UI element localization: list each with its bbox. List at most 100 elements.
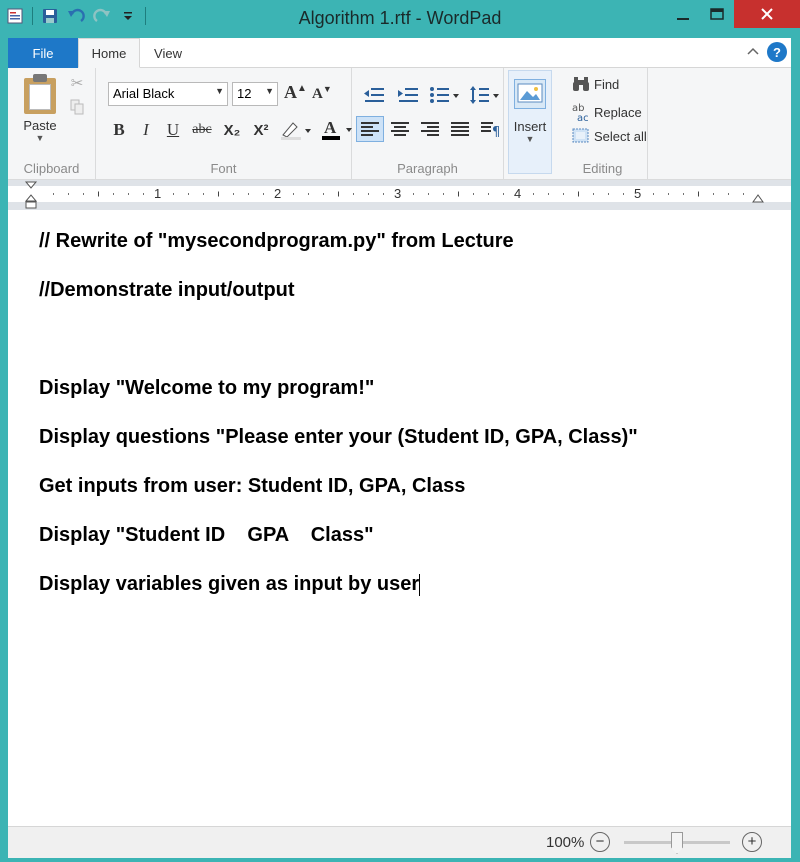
paragraph-icon: ¶ xyxy=(481,122,500,137)
text-color-icon: A xyxy=(322,118,352,140)
ruler-tick xyxy=(428,193,429,195)
highlight-color-button[interactable] xyxy=(278,118,314,142)
font-group: Arial Black ▼ 12 ▼ A▲ A▼ B I U abc X₂ X² xyxy=(96,68,352,180)
title-bar: Algorithm 1.rtf - WordPad xyxy=(0,0,800,38)
replace-label: Replace xyxy=(594,104,642,120)
font-family-select[interactable]: Arial Black ▼ xyxy=(108,82,228,106)
ruler-tick xyxy=(353,193,354,195)
strikethrough-button[interactable]: abc xyxy=(189,118,215,142)
shrink-font-button[interactable]: A▼ xyxy=(312,84,332,103)
svg-text:A: A xyxy=(324,118,337,137)
document-line-last: Display variables given as input by user xyxy=(39,573,421,596)
ruler-tick xyxy=(53,193,54,195)
ruler-tick xyxy=(203,193,204,195)
document-area[interactable]: // Rewrite of "mysecondprogram.py" from … xyxy=(8,210,791,826)
svg-text:¶: ¶ xyxy=(492,125,500,137)
zoom-level: 100% xyxy=(546,834,585,851)
ruler-number: 5 xyxy=(634,186,642,201)
ruler-tick xyxy=(743,193,744,195)
ruler-tick xyxy=(623,193,624,195)
paragraph-row-2: ¶ xyxy=(356,116,504,142)
ruler-tick xyxy=(653,193,654,195)
insert-label: Insert xyxy=(513,119,547,134)
document-line: Display questions "Please enter your (St… xyxy=(39,426,638,448)
find-button[interactable]: Find xyxy=(572,76,619,92)
document-line: // Rewrite of "mysecondprogram.py" from … xyxy=(39,230,514,252)
bold-button[interactable]: B xyxy=(108,118,130,142)
ruler-tick xyxy=(548,193,549,195)
decrease-indent-button[interactable] xyxy=(360,82,388,108)
svg-text:ac: ac xyxy=(577,113,589,122)
close-button[interactable] xyxy=(734,0,800,28)
grow-font-button[interactable]: A▲ xyxy=(284,82,307,103)
ruler-tick xyxy=(308,193,309,195)
increase-indent-icon xyxy=(398,88,418,102)
align-center-button[interactable] xyxy=(386,116,414,142)
paragraph-group-label: Paragraph xyxy=(397,161,458,176)
help-button[interactable]: ? xyxy=(767,42,787,62)
align-center-icon xyxy=(391,122,409,136)
insert-group: Insert ▼ xyxy=(504,68,556,180)
ruler-tick xyxy=(578,191,579,197)
ribbon-tabs: File Home View ? xyxy=(8,38,791,68)
paragraph-settings-button[interactable]: ¶ xyxy=(476,116,504,142)
paragraph-row-1 xyxy=(360,82,502,108)
wordpad-window: Algorithm 1.rtf - WordPad File Home View… xyxy=(0,0,800,862)
align-left-button[interactable] xyxy=(356,116,384,142)
superscript-button[interactable]: X² xyxy=(249,118,273,142)
indent-marker-icon[interactable] xyxy=(24,181,38,211)
ruler-tick xyxy=(488,193,489,195)
zoom-out-button[interactable]: − xyxy=(590,832,610,852)
select-all-icon xyxy=(572,128,589,143)
subscript-button[interactable]: X₂ xyxy=(220,118,244,142)
ruler-tick xyxy=(503,193,504,195)
ruler[interactable]: 1 2 3 4 5 xyxy=(8,186,791,202)
ruler-tick xyxy=(413,193,414,195)
ruler-tick xyxy=(128,193,129,195)
chevron-down-icon: ▼ xyxy=(265,86,274,96)
replace-button[interactable]: ab ac Replace xyxy=(572,102,642,122)
ruler-tick xyxy=(188,193,189,195)
ruler-tick xyxy=(698,191,699,197)
chevron-down-icon: ▼ xyxy=(215,86,224,96)
bullets-button[interactable] xyxy=(428,82,462,108)
zoom-in-button[interactable]: + xyxy=(742,832,762,852)
minimize-button[interactable] xyxy=(666,0,700,28)
ruler-tick xyxy=(383,193,384,195)
tab-view[interactable]: View xyxy=(144,38,192,68)
font-family-value: Arial Black xyxy=(113,86,175,101)
ruler-tick xyxy=(248,193,249,195)
increase-indent-button[interactable] xyxy=(394,82,422,108)
font-group-label: Font xyxy=(210,161,237,176)
italic-button[interactable]: I xyxy=(135,118,157,142)
select-all-button[interactable]: Select all xyxy=(572,128,647,144)
underline-button[interactable]: U xyxy=(162,118,184,142)
text-caret xyxy=(419,573,421,596)
cut-icon[interactable]: ✂ xyxy=(68,74,86,92)
ruler-tick xyxy=(233,193,234,195)
ruler-tick xyxy=(683,193,684,195)
font-size-select[interactable]: 12 ▼ xyxy=(232,82,278,106)
insert-button[interactable]: Insert ▼ xyxy=(508,70,552,174)
paragraph-group: ¶ Paragraph xyxy=(352,68,504,180)
font-size-value: 12 xyxy=(237,86,252,101)
highlighter-icon xyxy=(281,122,311,140)
justify-button[interactable] xyxy=(446,116,474,142)
select-all-label: Select all xyxy=(594,128,647,144)
ruler-tick xyxy=(173,193,174,195)
paste-button[interactable]: Paste ▼ xyxy=(20,74,60,143)
zoom-slider-thumb[interactable] xyxy=(671,832,683,854)
align-right-button[interactable] xyxy=(416,116,444,142)
line-spacing-button[interactable] xyxy=(468,82,502,108)
window-controls xyxy=(666,0,800,28)
text-color-button[interactable]: A xyxy=(319,118,355,142)
tab-home[interactable]: Home xyxy=(78,38,140,68)
tab-file[interactable]: File xyxy=(8,38,78,68)
right-indent-marker-icon[interactable] xyxy=(751,192,765,204)
maximize-button[interactable] xyxy=(700,0,734,28)
ruler-tick xyxy=(113,193,114,195)
collapse-ribbon-icon[interactable] xyxy=(747,44,759,58)
clipboard-group: Paste ▼ ✂ Clipboard xyxy=(8,68,96,180)
copy-icon[interactable] xyxy=(68,98,86,116)
close-icon xyxy=(761,8,773,20)
